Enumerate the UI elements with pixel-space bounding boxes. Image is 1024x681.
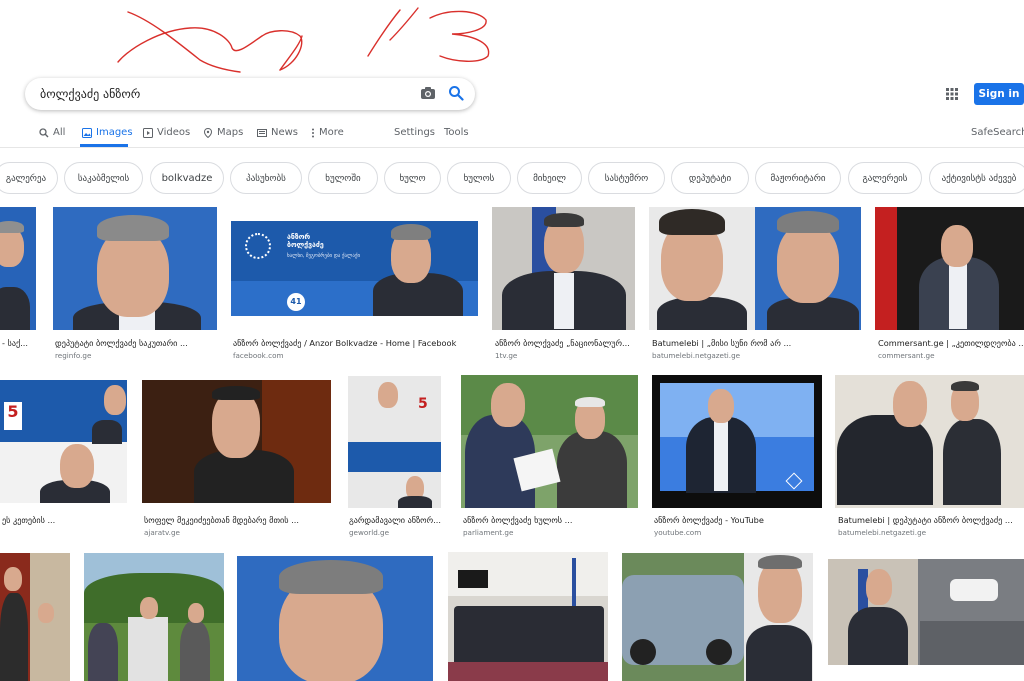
search-icon — [39, 127, 49, 137]
result-caption[interactable]: Batumelebi | „მისი სუნი რომ არ ... — [652, 338, 857, 348]
result-source: youtube.com — [654, 528, 702, 537]
result-image[interactable] — [828, 559, 1024, 665]
chip[interactable]: დეპუტატი — [671, 162, 749, 194]
apps-grid-icon[interactable] — [946, 88, 958, 100]
chip[interactable]: პასუხობს — [230, 162, 302, 194]
result-caption[interactable]: Batumelebi | დეპუტატი ანზორ ბოლქვაძე ... — [838, 515, 1024, 525]
tab-all[interactable]: All — [39, 127, 65, 138]
banner-name: ანზორ ბოლქვაძე — [287, 233, 324, 249]
result-caption[interactable]: ანზორ ბოლქვაძე „ნაციონალურ... — [495, 338, 635, 348]
tab-label: Images — [96, 127, 133, 138]
search-input[interactable]: ბოლქვაძე ანზორ — [40, 87, 140, 101]
sign-in-button[interactable]: Sign in — [974, 83, 1024, 105]
map-icon — [203, 127, 213, 138]
camera-icon[interactable] — [420, 86, 436, 100]
result-image[interactable] — [492, 207, 635, 330]
result-image[interactable] — [0, 553, 70, 681]
chip[interactable]: ხულოში — [308, 162, 378, 194]
result-caption[interactable]: დეპუტატი ბოლქვაძე საკუთარი ... — [55, 338, 217, 348]
settings-link[interactable]: Settings — [394, 127, 435, 138]
tab-maps[interactable]: Maps — [203, 127, 243, 138]
safesearch-toggle[interactable]: SafeSearch ▼ — [971, 127, 1024, 138]
tab-label: Videos — [157, 127, 191, 138]
tab-images[interactable]: Images — [82, 127, 133, 138]
safesearch-label: SafeSearch — [971, 127, 1024, 138]
result-image[interactable] — [649, 207, 861, 330]
result-image[interactable] — [84, 553, 224, 681]
result-source: batumelebi.netgazeti.ge — [838, 528, 927, 537]
result-source: commersant.ge — [878, 351, 935, 360]
result-caption[interactable]: ანზორ ბოლქვაძე ხულოს ... — [463, 515, 637, 525]
more-dots-icon — [312, 128, 314, 137]
tab-videos[interactable]: Videos — [143, 127, 190, 138]
news-icon — [257, 128, 267, 137]
chip[interactable]: გალერეა — [0, 162, 58, 194]
tab-label: News — [271, 127, 299, 138]
result-image[interactable]: ანზორ ბოლქვაძე ხალხი, მეგობრები და ქალაქ… — [231, 221, 478, 316]
tabs-divider — [0, 147, 1024, 148]
result-caption[interactable]: ანზორ ბოლქვაძე - YouTube — [654, 515, 822, 525]
tab-news[interactable]: News — [257, 127, 298, 138]
result-caption[interactable]: ანზორ ბოლქვაძე / Anzor Bolkvadze - Home … — [233, 338, 473, 348]
result-source: 1tv.ge — [495, 351, 518, 360]
result-image[interactable] — [461, 375, 638, 508]
result-image[interactable] — [0, 207, 36, 330]
search-icon[interactable] — [448, 85, 464, 101]
result-caption[interactable]: სოფელ მეკეიძეებთან მდებარე მთის ... — [144, 515, 330, 525]
chip[interactable]: აქტივისტს აძევებ — [929, 162, 1024, 194]
result-source: facebook.com — [233, 351, 284, 360]
result-image[interactable] — [142, 380, 331, 503]
result-image[interactable] — [53, 207, 217, 330]
chip[interactable]: მაჟორიტარი — [755, 162, 841, 194]
tab-label: All — [53, 127, 66, 138]
result-caption[interactable]: Commersant.ge | „კეთილდღეობა ... — [878, 338, 1024, 348]
result-source: reginfo.ge — [55, 351, 92, 360]
result-source: geworld.ge — [349, 528, 390, 537]
result-source: batumelebi.netgazeti.ge — [652, 351, 741, 360]
banner-text: ხალხი, მეგობრები და ქალაქი — [287, 253, 361, 259]
result-image[interactable] — [875, 207, 1024, 330]
tab-label: More — [319, 127, 344, 138]
result-source: parliament.ge — [463, 528, 514, 537]
image-icon — [82, 127, 92, 138]
tab-more[interactable]: More — [311, 127, 344, 138]
chip[interactable]: bolkvadze — [150, 162, 224, 194]
result-image[interactable] — [622, 553, 813, 681]
result-image[interactable]: 5 — [0, 380, 127, 503]
tools-link[interactable]: Tools — [444, 127, 469, 138]
result-image[interactable] — [652, 375, 822, 508]
banner-number: 41 — [287, 293, 305, 311]
handwritten-scribble — [117, 7, 490, 73]
party-logo — [245, 233, 271, 259]
chip[interactable]: მიხეილ — [517, 162, 582, 194]
tab-label: Maps — [217, 127, 244, 138]
chip[interactable]: ხულოს — [447, 162, 511, 194]
result-caption[interactable]: ეს კეთების ... — [2, 515, 127, 525]
result-image[interactable]: 5 — [348, 376, 441, 508]
result-image[interactable] — [237, 556, 433, 681]
chip[interactable]: სასტუმრო — [588, 162, 665, 194]
result-caption[interactable]: - საქ... — [2, 338, 36, 348]
chip[interactable]: ხულო — [384, 162, 441, 194]
play-icon — [143, 127, 153, 138]
result-image[interactable] — [448, 552, 608, 681]
result-source: ajaratv.ge — [144, 528, 180, 537]
chip[interactable]: გალერეის — [848, 162, 922, 194]
result-image[interactable] — [835, 375, 1024, 508]
chip[interactable]: საკაბმელის — [64, 162, 143, 194]
result-caption[interactable]: გარდამავალი ანზორ... — [349, 515, 441, 525]
